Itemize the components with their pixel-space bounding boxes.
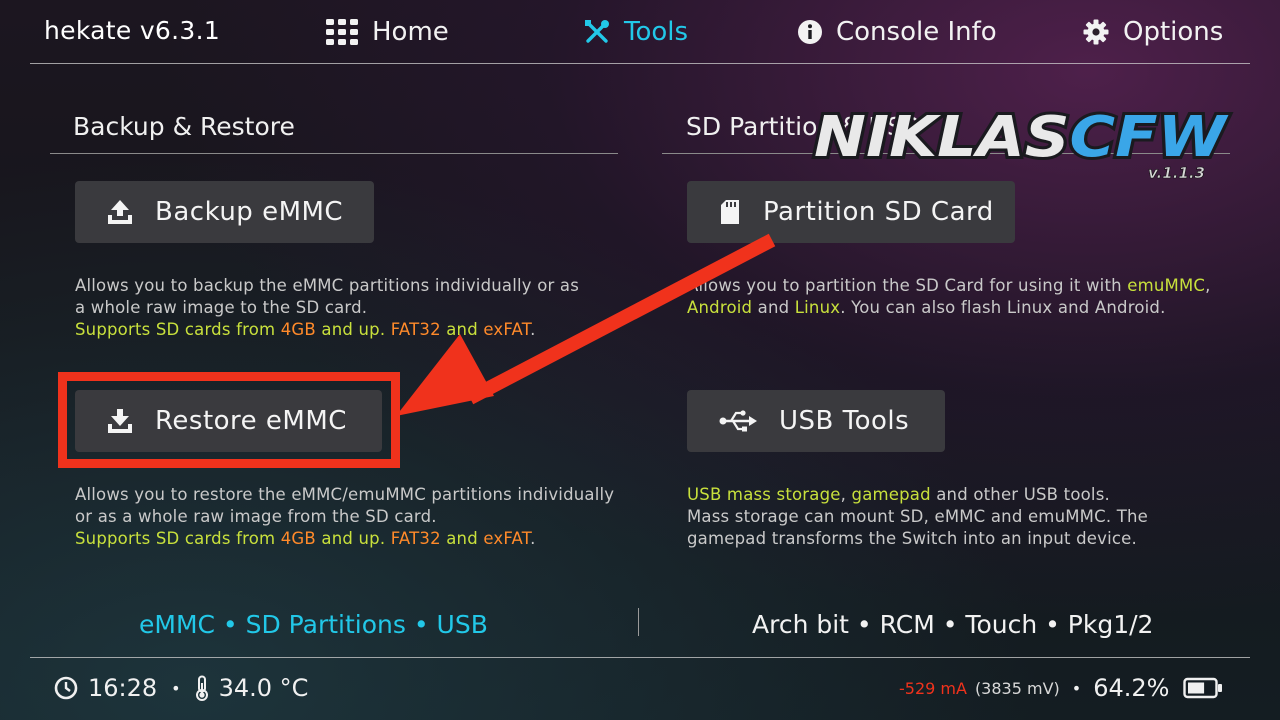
battery-voltage: (3835 mV) [974,678,1060,698]
tab-tools-label: Tools [624,17,689,47]
temperature: 34.0 °C [218,674,309,702]
usb-desc-line2: Mass storage can mount SD, eMMC and emuM… [687,507,1148,526]
clock-icon [54,676,78,700]
battery-percent: 64.2% [1093,674,1170,702]
status-right: -529 mA (3835 mV) • 64.2% [899,674,1223,702]
tab-options-label: Options [1123,17,1224,47]
backup-emmc-button[interactable]: Backup eMMC [75,181,374,243]
svg-text:v.1.1.3: v.1.1.3 [1148,164,1205,182]
svg-text:NIKLASCFW: NIKLASCFW [814,105,1230,170]
tab-tools[interactable]: Tools [584,14,688,50]
footer-right-categories: Arch bit • RCM • Touch • Pkg1/2 [752,610,1154,639]
usb-tools-label: USB Tools [779,406,910,436]
status-divider [30,657,1250,658]
battery-icon [1183,677,1223,699]
wrench-screwdriver-icon [584,19,610,45]
tab-home-label: Home [372,17,449,47]
usb-description: USB mass storage, gamepad and other USB … [687,484,1148,550]
restore-emmc-label: Restore eMMC [155,406,347,436]
tab-options[interactable]: Options [1083,14,1223,50]
restore-description: Allows you to restore the eMMC/emuMMC pa… [75,484,620,550]
annotation-arrow [396,233,776,416]
app-title: hekate v6.3.1 [44,16,221,45]
info-icon [798,20,822,44]
usb-desc-line1: USB mass storage, gamepad and other USB … [687,485,1110,504]
partition-sd-card-label: Partition SD Card [763,197,994,227]
grid-icon [326,19,358,45]
tab-home[interactable]: Home [326,14,449,50]
status-separator: • [171,678,181,698]
restore-support-note: Supports SD cards from 4GB and up. FAT32… [75,529,536,548]
footer-left-categories: eMMC • SD Partitions • USB [139,610,488,639]
niklascfw-watermark: NIKLASCFW NIKLAS CFW v.1.1.3 [808,100,1238,182]
sd-card-icon [721,200,739,224]
restore-desc-line1: Allows you to restore the eMMC/emuMMC pa… [75,485,615,504]
backup-emmc-label: Backup eMMC [155,197,344,227]
footer-divider [638,608,639,636]
header-divider [30,63,1250,64]
section-title-backup-restore: Backup & Restore [73,112,295,141]
restore-emmc-button[interactable]: Restore eMMC [75,390,382,452]
status-left: 16:28 • 34.0 °C [54,674,308,702]
clock-time: 16:28 [88,674,158,702]
gear-icon [1083,19,1109,45]
tab-console-info[interactable]: Console Info [798,14,997,50]
upload-icon [107,199,133,225]
status-separator: • [1071,678,1082,698]
battery-current: -529 mA [899,678,967,698]
download-icon [107,408,133,434]
usb-desc-line3: gamepad transforms the Switch into an in… [687,529,1137,548]
section-underline [50,153,618,154]
restore-desc-line2: or as a whole raw image from the SD card… [75,507,437,526]
thermometer-icon [195,675,209,701]
tab-console-info-label: Console Info [836,17,997,47]
